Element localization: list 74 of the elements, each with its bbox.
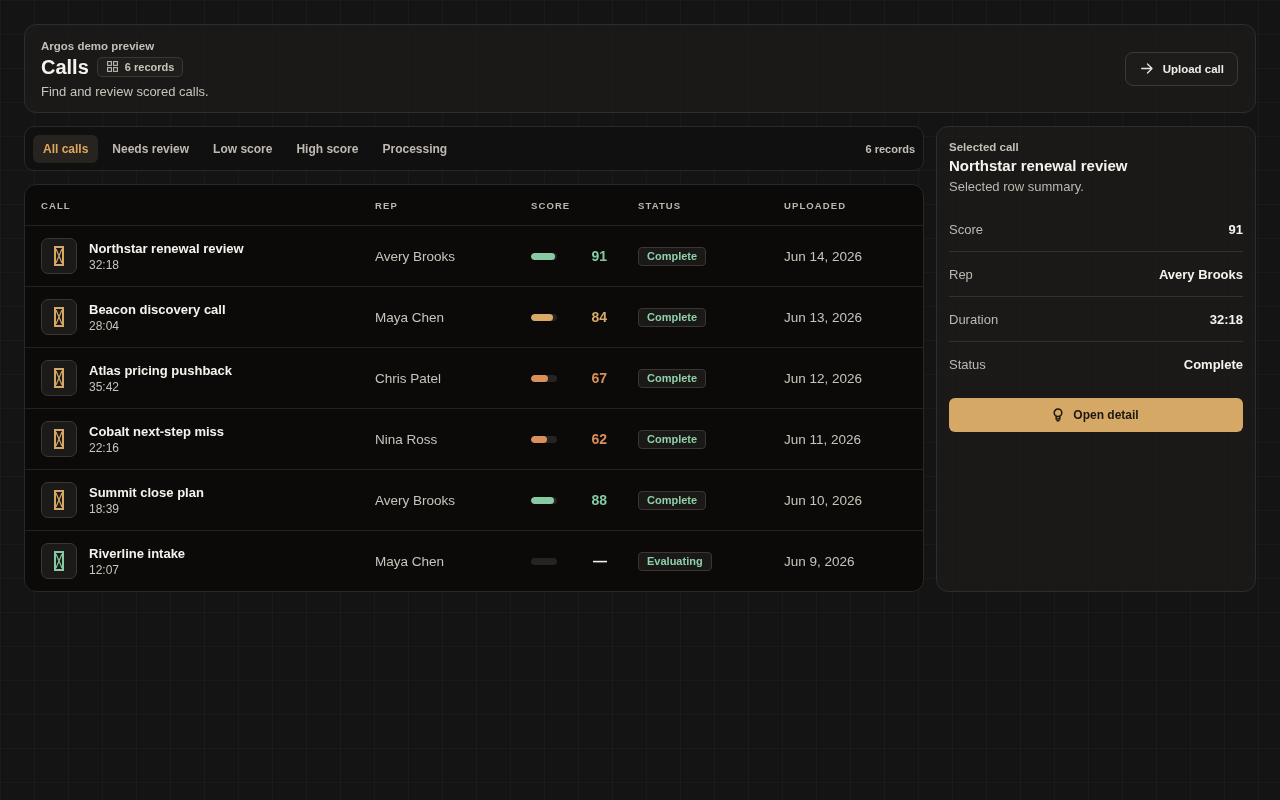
status-badge: Complete [638,307,707,327]
status-badge: Evaluating [638,551,712,571]
detail-value: 32:18 [1209,311,1243,327]
hourglass-icon [41,543,77,579]
status-badge: Complete [638,429,707,449]
record-count: 6 records [865,142,915,155]
rep-name: Maya Chen [375,309,445,325]
call-duration: 12:07 [89,561,121,578]
detail-value: Complete [1183,357,1243,372]
call-title: Cobalt next-step miss [89,422,225,440]
score-value: 91 [591,248,607,264]
filter-tab[interactable]: Processing [372,134,458,163]
lightbulb-icon [1053,408,1064,422]
open-detail-button[interactable]: Open detail [949,398,1243,432]
call-title: Northstar renewal review [89,239,244,257]
detail-label: Score [949,221,983,237]
hourglass-icon [41,299,77,335]
call-duration: 22:16 [89,439,121,456]
status-badge: Complete [638,368,707,388]
hourglass-icon [41,482,77,518]
panel-label: Selected call [949,140,1020,154]
detail-value: 91 [1228,221,1243,237]
hourglass-icon [41,421,77,457]
column-header: STATUS [638,199,682,211]
upload-date: Jun 9, 2026 [784,553,855,569]
column-header: REP [375,199,398,211]
score-value: 62 [591,431,607,447]
filter-tab[interactable]: Needs review [102,134,200,163]
detail-label: Status [949,357,986,372]
filter-tab[interactable]: Low score [203,134,283,163]
column-header: SCORE [531,199,571,211]
rep-name: Nina Ross [375,431,438,447]
score-value: 84 [591,309,607,325]
page-subtitle: Find and review scored calls. [41,82,209,100]
upload-call-button[interactable]: Upload call [1124,51,1238,86]
detail-label: Duration [949,311,999,327]
rep-name: Maya Chen [375,553,445,569]
call-title: Beacon discovery call [89,300,226,318]
call-duration: 32:18 [89,256,121,273]
rep-name: Avery Brooks [375,492,456,508]
upload-date: Jun 14, 2026 [784,248,863,264]
call-duration: 18:39 [89,500,121,517]
filter-tab[interactable]: All calls [33,134,99,163]
score-value: — [593,553,607,569]
panel-title: Northstar renewal review [949,156,1129,176]
call-title: Riverline intake [89,544,186,562]
rep-name: Chris Patel [375,370,442,386]
upload-date: Jun 13, 2026 [784,309,863,325]
rep-name: Avery Brooks [375,248,456,264]
score-value: 67 [591,370,607,386]
status-badge: Complete [638,490,707,510]
status-badge: Complete [638,246,707,266]
hourglass-icon [41,360,77,396]
column-header: CALL [41,199,71,211]
score-value: 88 [591,492,607,508]
column-header: UPLOADED [784,199,847,211]
filter-tab[interactable]: High score [286,134,369,163]
record-count-text: 6 records [124,60,175,73]
call-duration: 35:42 [89,378,121,395]
arrow-right-icon [1140,63,1153,74]
page-title: Calls [41,54,89,79]
call-title: Summit close plan [89,483,204,501]
panel-subtitle: Selected row summary. [949,178,1085,196]
detail-label: Rep [949,266,973,282]
call-duration: 28:04 [89,317,121,334]
hourglass-icon [41,238,77,274]
detail-value: Avery Brooks [1158,266,1243,282]
call-title: Atlas pricing pushback [89,361,233,379]
eyebrow-text: Argos demo preview [41,38,156,54]
score-bar [531,557,557,565]
upload-date: Jun 11, 2026 [784,431,862,447]
upload-date: Jun 10, 2026 [784,492,863,508]
upload-date: Jun 12, 2026 [784,370,863,386]
grid-icon [106,61,118,72]
